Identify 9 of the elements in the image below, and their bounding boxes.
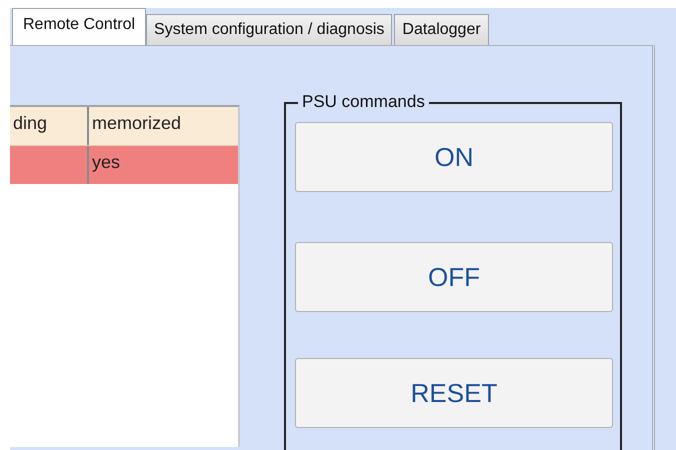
tab[interactable]: Datalogger [394, 14, 489, 45]
command-button[interactable]: ON [295, 122, 613, 192]
column-header: memorized [91, 112, 182, 135]
command-button[interactable]: RESET [295, 358, 613, 428]
tab[interactable]: System configuration / diagnosis [146, 14, 392, 45]
tab[interactable]: Remote Control [12, 8, 146, 45]
command-button[interactable]: OFF [295, 242, 613, 312]
table-row[interactable]: yes [10, 146, 238, 184]
table-cell: yes [92, 152, 120, 172]
